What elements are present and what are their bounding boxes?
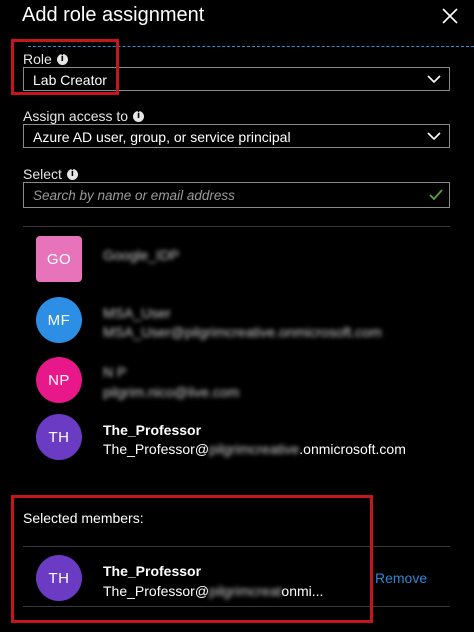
avatar-initials: TH xyxy=(48,428,70,446)
highlight-box-selected xyxy=(11,495,373,623)
select-label: Select i xyxy=(23,166,78,182)
assign-access-label: Assign access to i xyxy=(23,108,145,124)
remove-button[interactable]: Remove xyxy=(375,570,427,586)
chevron-down-icon xyxy=(427,75,441,84)
result-email: The_Professor@pilgrimcreative.onmicrosof… xyxy=(103,441,406,457)
avatar-initials: MF xyxy=(47,311,71,329)
avatar[interactable]: TH xyxy=(36,414,82,460)
search-box xyxy=(23,182,450,208)
results-divider xyxy=(23,226,450,227)
result-email: MSA_User@pilgrimcreative.onmicrosoft.com xyxy=(103,324,382,340)
avatar[interactable]: NP xyxy=(36,357,82,403)
result-email: pilgrim.nico@live.com xyxy=(103,384,240,400)
avatar-initials: NP xyxy=(48,371,70,389)
email-suffix: .onmicrosoft.com xyxy=(299,441,406,457)
assign-access-dropdown-value: Azure AD user, group, or service princip… xyxy=(33,129,291,145)
avatar[interactable]: MF xyxy=(36,297,82,343)
checkmark-icon xyxy=(429,189,443,201)
assign-access-label-text: Assign access to xyxy=(23,108,129,124)
assign-access-dropdown[interactable]: Azure AD user, group, or service princip… xyxy=(23,124,450,148)
search-input[interactable] xyxy=(33,186,413,204)
result-name[interactable]: Google_IDP xyxy=(103,247,179,263)
info-icon[interactable]: i xyxy=(66,168,78,180)
blade-title: Add role assignment xyxy=(22,4,205,26)
highlight-box-role xyxy=(11,39,119,95)
email-hidden: pilgrimcreative xyxy=(209,441,300,457)
email-prefix: The_Professor@ xyxy=(103,441,210,457)
result-name[interactable]: The_Professor xyxy=(103,422,201,438)
close-icon[interactable] xyxy=(440,6,460,26)
avatar[interactable]: GO xyxy=(36,236,82,282)
chevron-down-icon xyxy=(427,132,441,141)
select-label-text: Select xyxy=(23,166,62,182)
result-name[interactable]: MSA_User xyxy=(103,305,171,321)
avatar-initials: GO xyxy=(46,250,72,268)
info-icon[interactable]: i xyxy=(133,110,145,122)
result-name[interactable]: N P xyxy=(103,364,126,380)
